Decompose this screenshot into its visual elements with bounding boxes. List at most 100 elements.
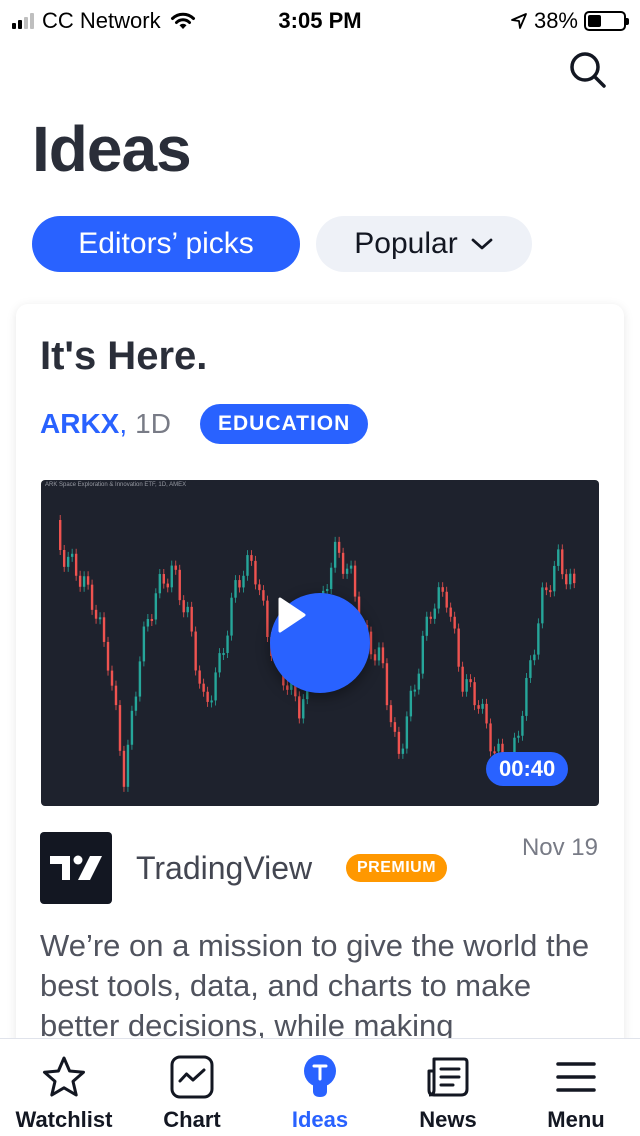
play-icon xyxy=(278,597,306,633)
candle-body xyxy=(525,677,528,716)
candle-body xyxy=(337,541,341,553)
idea-interval: 1D xyxy=(135,408,171,439)
candle-body xyxy=(477,705,480,709)
author-name[interactable]: TradingView xyxy=(136,850,312,887)
lightbulb-icon xyxy=(304,1055,336,1097)
candle-body xyxy=(429,616,432,619)
candle-body xyxy=(481,703,484,709)
idea-card[interactable]: It's Here. ARKX, 1D EDUCATION ARK Space … xyxy=(16,304,624,1064)
candle-body xyxy=(393,722,397,732)
candle-body xyxy=(565,574,568,585)
candle-body xyxy=(190,606,193,632)
search-button[interactable] xyxy=(566,48,610,92)
candle-body xyxy=(485,703,488,724)
menu-icon xyxy=(556,1062,596,1092)
candle-body xyxy=(266,600,269,637)
candle-body xyxy=(373,654,377,661)
play-button[interactable] xyxy=(270,593,370,693)
candle-body xyxy=(377,647,381,661)
candle-body xyxy=(182,600,185,613)
idea-title[interactable]: It's Here. xyxy=(40,334,207,379)
candle-body xyxy=(557,549,560,566)
editors-picks-chip[interactable]: Editors’ picks xyxy=(32,216,300,272)
location-arrow-icon xyxy=(511,13,527,29)
status-bar: CC Network 3:05 PM 38% xyxy=(0,0,640,40)
candle-body xyxy=(349,565,353,569)
candle-body xyxy=(162,574,165,584)
candle-body xyxy=(469,679,472,683)
candle-body xyxy=(397,731,401,754)
candle-body xyxy=(389,705,393,723)
candle-body xyxy=(541,587,544,624)
star-icon xyxy=(43,1056,85,1097)
candle-body xyxy=(130,710,134,745)
candle-body xyxy=(158,574,162,594)
tab-news[interactable]: News xyxy=(384,1039,512,1136)
candle-body xyxy=(218,653,221,673)
candle-body xyxy=(198,670,201,684)
candle-body xyxy=(333,541,337,568)
candle-body xyxy=(178,569,181,601)
candle-body xyxy=(174,565,177,570)
idea-description: We’re on a mission to give the world the… xyxy=(40,928,590,1043)
candle-body xyxy=(82,576,86,587)
candle-body xyxy=(302,699,305,719)
candle-body xyxy=(166,583,169,588)
candle-body xyxy=(449,607,452,617)
category-badge[interactable]: EDUCATION xyxy=(200,404,369,444)
status-right: 38% xyxy=(510,8,629,34)
popular-dropdown[interactable]: Popular xyxy=(316,216,532,272)
candle-body xyxy=(78,575,82,587)
candle-body xyxy=(110,670,114,686)
video-preview[interactable]: ARK Space Exploration & Innovation ETF, … xyxy=(41,480,599,806)
candle-body xyxy=(214,672,217,701)
idea-symbol[interactable]: ARKX xyxy=(40,408,119,440)
tab-menu-label: Menu xyxy=(547,1107,605,1132)
candle-body xyxy=(497,743,500,752)
tab-chart[interactable]: Chart xyxy=(128,1039,256,1136)
candle-body xyxy=(238,580,241,588)
tab-bar: Watchlist Chart Ideas News Menu xyxy=(0,1038,640,1136)
candle-body xyxy=(210,700,213,703)
candle-body xyxy=(413,689,417,692)
video-duration: 00:40 xyxy=(486,752,569,786)
candle-body xyxy=(202,683,205,692)
candle-body xyxy=(114,685,118,706)
candle-body xyxy=(569,573,572,585)
tab-watchlist[interactable]: Watchlist xyxy=(0,1039,128,1136)
candle-body xyxy=(401,748,405,754)
search-icon xyxy=(570,52,606,88)
candle-body xyxy=(445,591,448,608)
candle-body xyxy=(246,555,249,576)
editors-picks-label: Editors’ picks xyxy=(78,227,254,260)
candle-body xyxy=(545,587,548,591)
candle-body xyxy=(98,617,102,620)
candle-body xyxy=(417,673,421,690)
author-avatar[interactable] xyxy=(40,832,112,904)
tab-watchlist-label: Watchlist xyxy=(15,1107,113,1132)
tab-ideas[interactable]: Ideas xyxy=(256,1039,384,1136)
page-title: Ideas xyxy=(32,113,192,185)
candle-body xyxy=(286,685,289,690)
chevron-down-icon xyxy=(471,238,493,250)
candle-body xyxy=(70,553,74,557)
candle-body xyxy=(537,623,540,655)
candle-body xyxy=(441,587,444,592)
candle-body xyxy=(94,609,98,619)
candle-body xyxy=(549,590,552,593)
candle-body xyxy=(433,608,436,619)
chart-caption: ARK Space Exploration & Innovation ETF, … xyxy=(45,482,187,488)
candle-body xyxy=(86,576,90,585)
candle-body xyxy=(142,626,146,662)
candle-body xyxy=(298,696,301,719)
candle-body xyxy=(126,744,130,787)
candle-body xyxy=(90,584,94,610)
candle-body xyxy=(517,735,520,738)
tab-menu[interactable]: Menu xyxy=(512,1039,640,1136)
candle-body xyxy=(254,560,257,585)
candle-body xyxy=(118,705,122,751)
candle-body xyxy=(62,550,66,567)
candle-body xyxy=(561,549,564,575)
candle-body xyxy=(122,750,126,787)
candle-body xyxy=(154,593,158,620)
